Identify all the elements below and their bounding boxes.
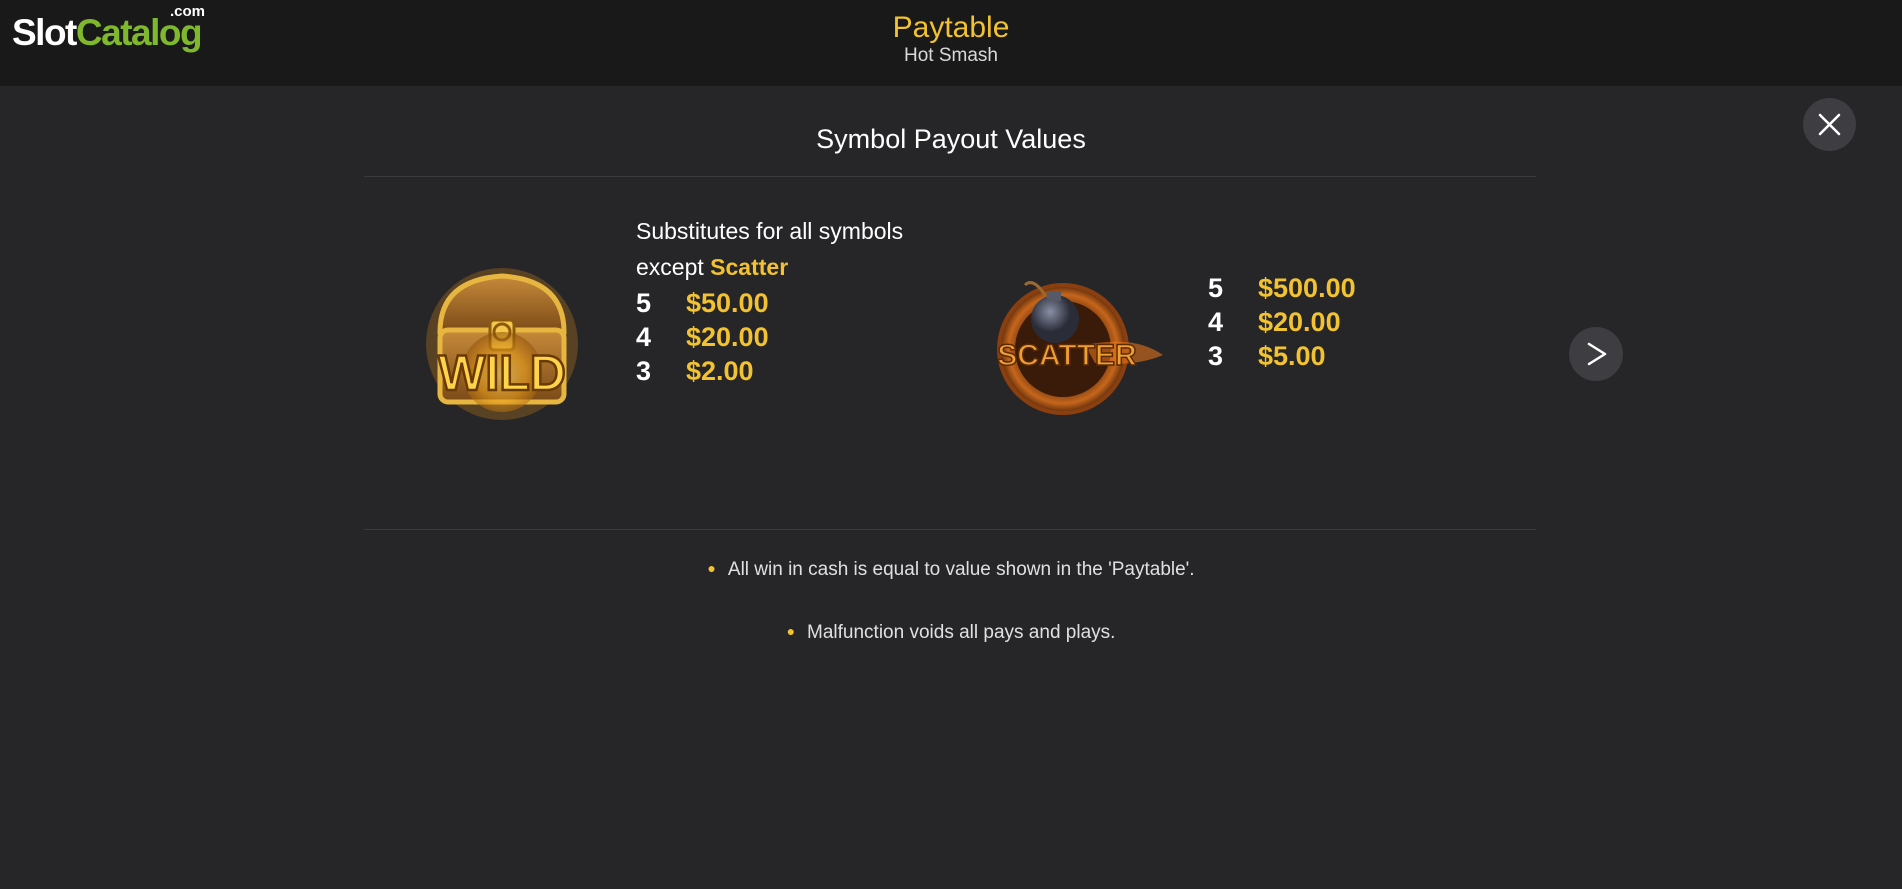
top-divider	[364, 176, 1536, 177]
pay-value: $20.00	[1258, 307, 1341, 337]
pay-count: 3	[1208, 341, 1224, 371]
top-bar: SlotCatalog .com Paytable Hot Smash	[0, 0, 1902, 86]
svg-text:WILD: WILD	[438, 345, 566, 401]
wild-description: Substitutes for all symbols except Scatt…	[636, 213, 903, 285]
wild-description-highlight: Scatter	[710, 254, 789, 280]
note-text: Malfunction voids all pays and plays.	[807, 622, 1116, 643]
wild-description-line2: except Scatter	[636, 249, 903, 285]
page-title: Paytable	[892, 11, 1010, 44]
chevron-right-icon	[1587, 342, 1607, 366]
pay-value: $50.00	[686, 288, 769, 318]
pay-value: $500.00	[1258, 273, 1356, 303]
pay-count: 4	[1208, 307, 1224, 337]
bullet-icon: ●	[707, 560, 716, 576]
wild-symbol-icon: WILD	[426, 268, 578, 420]
next-page-button[interactable]	[1569, 327, 1623, 381]
game-name: Hot Smash	[904, 45, 998, 66]
bottom-divider	[364, 529, 1536, 530]
pay-value: $20.00	[686, 322, 769, 352]
bullet-icon: ●	[786, 623, 796, 639]
pay-count: 3	[636, 356, 652, 386]
pay-value: $2.00	[686, 356, 754, 386]
note-item: ● Malfunction voids all pays and plays.	[0, 621, 1902, 645]
wild-description-prefix: except	[636, 254, 704, 280]
pay-count: 5	[636, 288, 652, 318]
pay-count: 4	[636, 322, 652, 352]
note-text: All win in cash is equal to value shown …	[727, 559, 1195, 580]
svg-text:SCATTER: SCATTER	[997, 339, 1137, 372]
pay-count: 5	[1208, 273, 1224, 303]
pay-value: $5.00	[1258, 341, 1326, 371]
wild-description-line1: Substitutes for all symbols	[636, 218, 904, 244]
note-item: ● All win in cash is equal to value shown…	[0, 558, 1902, 582]
section-title: Symbol Payout Values	[816, 124, 1086, 154]
scatter-symbol-icon: SCATTER	[997, 281, 1163, 415]
